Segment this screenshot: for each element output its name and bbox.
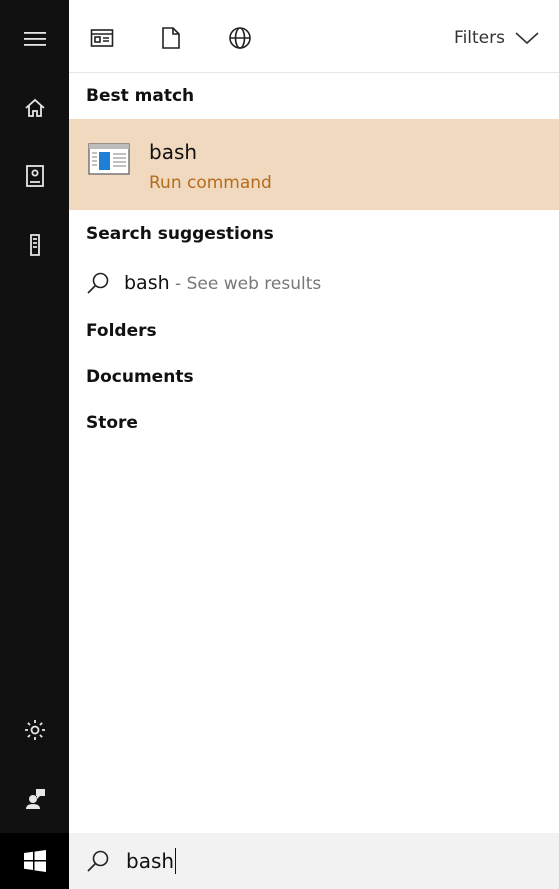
filter-toolbar: Filters: [69, 0, 559, 73]
filters-label: Filters: [454, 28, 505, 48]
web-suggestion-item[interactable]: bash - See web results: [86, 265, 321, 301]
documents-icon[interactable]: [153, 20, 189, 56]
category-documents[interactable]: Documents: [86, 367, 194, 387]
filters-dropdown[interactable]: Filters: [454, 22, 539, 54]
search-results-panel: Filters Best match bash Run command Sear…: [69, 0, 559, 889]
suggestion-hint: - See web results: [169, 274, 322, 294]
search-box[interactable]: bash: [69, 833, 559, 889]
apps-icon[interactable]: [84, 20, 120, 56]
web-globe-icon[interactable]: [222, 20, 258, 56]
search-input[interactable]: bash: [126, 848, 177, 874]
windows-start-icon: [23, 850, 46, 872]
windows-start-button[interactable]: [0, 833, 69, 889]
notebook-icon[interactable]: [0, 156, 69, 196]
category-folders[interactable]: Folders: [86, 321, 157, 341]
device-icon[interactable]: [0, 225, 69, 265]
search-icon: [87, 272, 109, 294]
gear-icon[interactable]: [0, 710, 69, 750]
left-rail: [0, 0, 69, 889]
suggestion-query: bash: [124, 272, 170, 294]
best-match-heading: Best match: [86, 86, 195, 106]
search-icon: [86, 849, 110, 877]
feedback-icon[interactable]: [0, 778, 69, 818]
best-match-subtitle: Run command: [149, 173, 272, 193]
hamburger-menu-icon[interactable]: [0, 19, 69, 59]
app-window-icon: [88, 143, 130, 179]
category-store[interactable]: Store: [86, 413, 138, 433]
home-icon[interactable]: [0, 88, 69, 128]
best-match-result[interactable]: bash Run command: [69, 119, 559, 210]
chevron-down-icon: [515, 32, 539, 45]
search-suggestions-heading: Search suggestions: [86, 224, 274, 244]
best-match-name: bash: [149, 140, 198, 164]
